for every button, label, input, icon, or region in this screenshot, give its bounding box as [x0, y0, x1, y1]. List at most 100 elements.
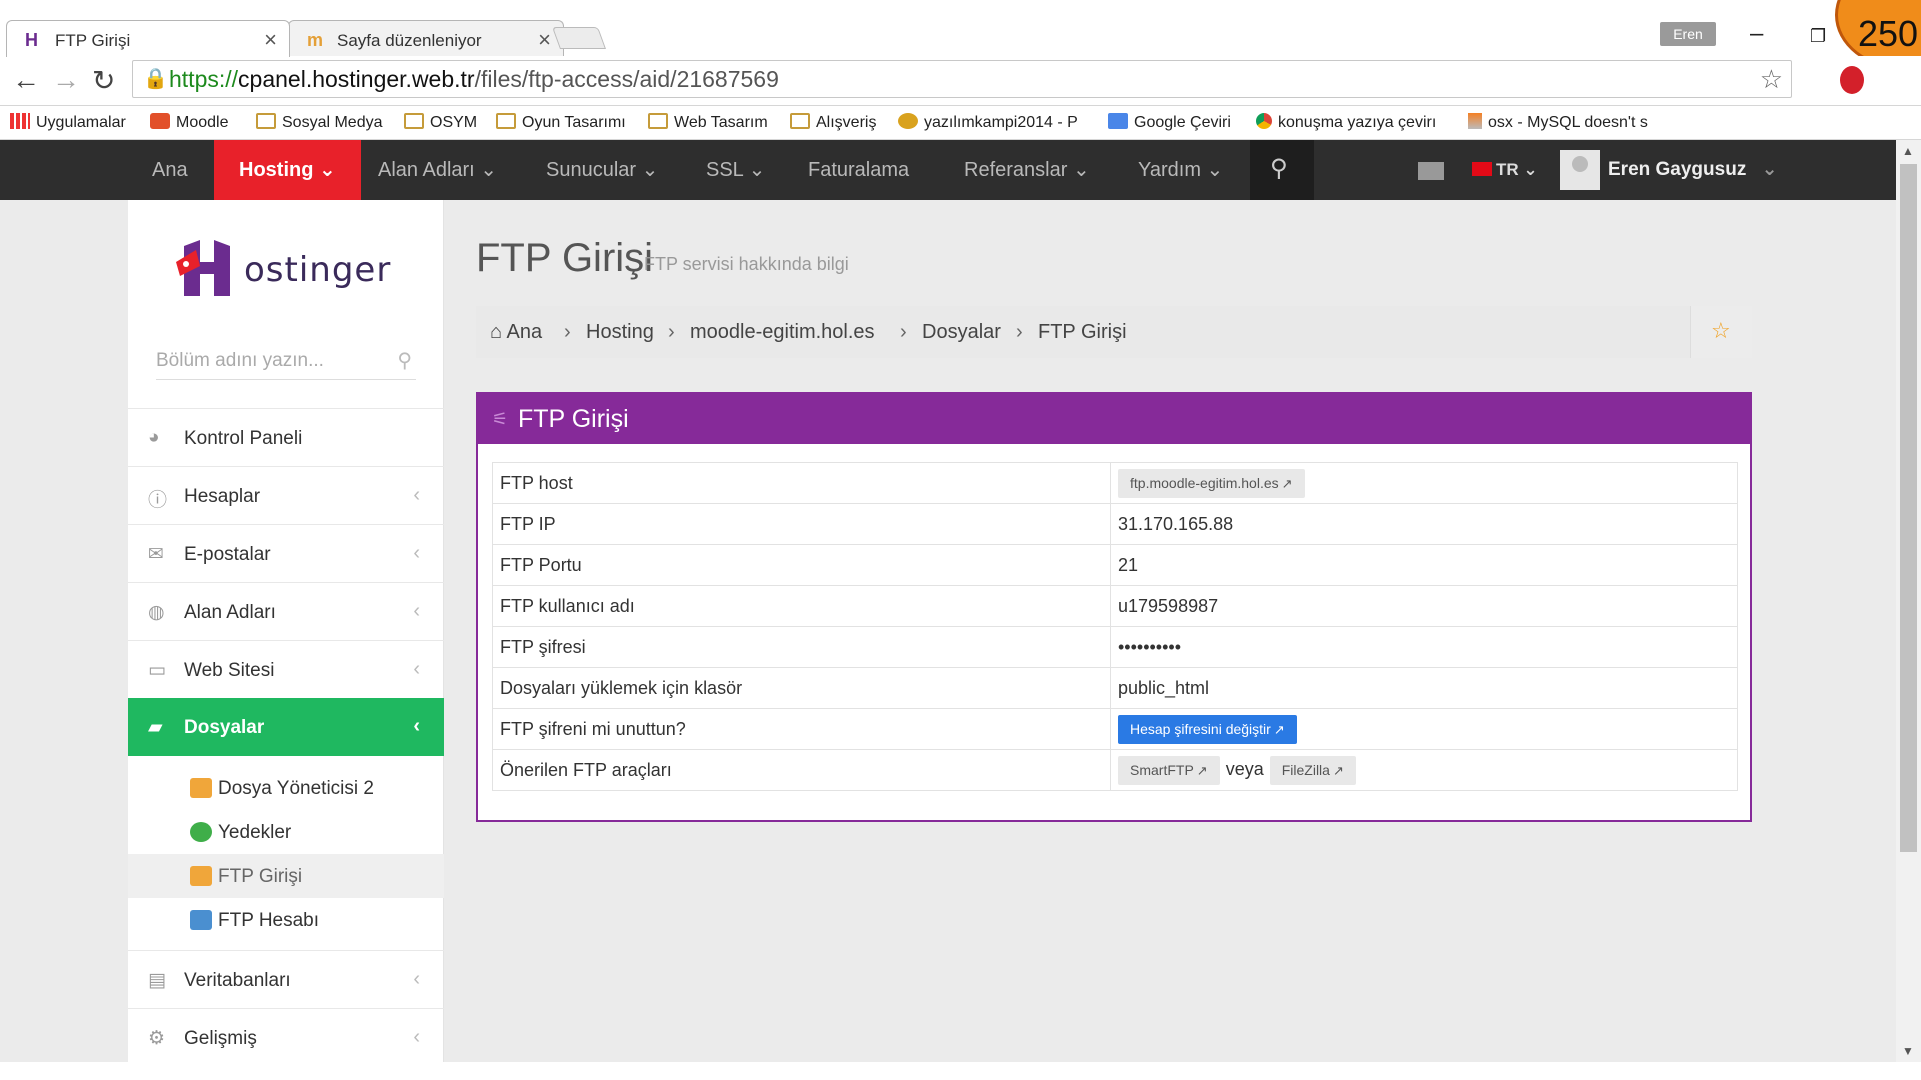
nav-yardim[interactable]: Yardım ⌄ — [1138, 140, 1223, 200]
ftp-account-icon — [190, 910, 212, 930]
sidebar-item-dosyalar[interactable]: ▰ Dosyalar ‹ — [128, 698, 444, 756]
monitor-icon: ▭ — [148, 660, 166, 681]
sidebar-item-alan-adlari[interactable]: ◍ Alan Adları ‹ — [128, 582, 444, 640]
logo-text: ostinger — [244, 250, 392, 290]
hostinger-logo[interactable]: ostinger — [174, 236, 404, 300]
bookmark-google-ceviri[interactable]: Google Çeviri — [1108, 113, 1231, 132]
table-row: FTP IP 31.170.165.88 — [492, 503, 1738, 545]
breadcrumb-dosyalar[interactable]: Dosyalar — [922, 321, 1001, 344]
cogs-icon: ⚙ — [148, 1028, 166, 1049]
breadcrumb-current: FTP Girişi — [1038, 321, 1127, 343]
chevron-down-icon: ⌄ — [1523, 160, 1538, 179]
bookmark-oyun-tasarimi[interactable]: Oyun Tasarımı — [496, 113, 626, 132]
close-icon[interactable]: × — [264, 27, 277, 53]
scroll-up-icon[interactable]: ▲ — [1902, 144, 1914, 158]
section-search-input[interactable]: Bölüm adını yazın... ⚲ — [156, 344, 416, 380]
bookmark-star-icon[interactable]: ☆ — [1760, 61, 1783, 97]
sidebar-subitem-ftp-hesabi[interactable]: FTP Hesabı — [128, 898, 444, 942]
sidebar-item-label: Veritabanları — [184, 970, 291, 991]
envelope-icon[interactable] — [1418, 162, 1444, 180]
bookmark-konusma[interactable]: konuşma yazıya çevirı — [1256, 113, 1436, 132]
hostinger-logo-mark — [176, 240, 230, 296]
bookmark-label: Alışveriş — [816, 114, 877, 131]
nav-label: Yardım — [1138, 159, 1201, 181]
nav-alan-adlari[interactable]: Alan Adları ⌄ — [378, 140, 497, 200]
new-tab-button[interactable] — [551, 27, 607, 49]
address-bar[interactable]: 🔒 https://cpanel.hostinger.web.tr/files/… — [132, 60, 1792, 98]
nav-referanslar[interactable]: Referanslar ⌄ — [964, 140, 1090, 200]
sidebar-item-label: Web Sitesi — [184, 660, 275, 681]
bookmark-osx-mysql[interactable]: osx - MySQL doesn't s — [1468, 113, 1648, 132]
nav-hosting[interactable]: Hosting ⌄ — [214, 140, 361, 209]
ftp-host-link[interactable]: ftp.moodle-egitim.hol.es ↗ — [1118, 468, 1305, 498]
scroll-down-icon[interactable]: ▼ — [1902, 1044, 1914, 1058]
sidebar-subitem-yedekler[interactable]: Yedekler — [128, 810, 444, 854]
database-icon: ▤ — [148, 970, 166, 991]
smartftp-button[interactable]: SmartFTP ↗ — [1118, 755, 1220, 785]
chevron-down-icon: ⌄ — [480, 159, 498, 181]
table-row: FTP Portu 21 — [492, 544, 1738, 586]
sidebar-item-veritabanlari[interactable]: ▤ Veritabanları ‹ — [128, 950, 444, 1008]
nav-ana[interactable]: Ana — [152, 140, 188, 200]
bookmarks-bar: Uygulamalar Moodle Sosyal Medya OSYM Oyu… — [0, 106, 1921, 140]
sidebar-subitem-label: Yedekler — [218, 822, 292, 843]
bookmark-moodle[interactable]: Moodle — [150, 113, 228, 132]
nav-faturalama[interactable]: Faturalama — [808, 140, 909, 200]
bookmark-sosyal-medya[interactable]: Sosyal Medya — [256, 113, 383, 132]
bookmark-label: Oyun Tasarımı — [522, 114, 626, 131]
bookmark-osym[interactable]: OSYM — [404, 113, 477, 132]
extension-icon[interactable] — [1840, 66, 1864, 94]
row-value: 21 — [1110, 544, 1738, 586]
lock-icon: 🔒 — [143, 68, 168, 90]
browser-toolbar: ← → ↻ 🔒 https://cpanel.hostinger.web.tr/… — [0, 56, 1921, 106]
sidebar-item-e-postalar[interactable]: ✉ E-postalar ‹ — [128, 524, 444, 582]
chevron-left-icon: ‹ — [413, 484, 420, 506]
breadcrumb-home[interactable]: ⌂ Ana — [490, 321, 542, 344]
language-selector[interactable]: TR ⌄ — [1472, 140, 1538, 200]
change-password-button[interactable]: Hesap şifresini değiştir ↗ — [1118, 714, 1297, 744]
nav-hosting-label: Hosting — [239, 159, 314, 181]
scrollbar[interactable]: ▲ ▼ — [1896, 140, 1921, 1062]
sidebar-subitem-label: FTP Girişi — [218, 866, 303, 887]
file-manager-icon — [190, 778, 212, 798]
breadcrumb-domain[interactable]: moodle-egitim.hol.es — [690, 321, 875, 344]
restore-icon[interactable]: ❐ — [1810, 26, 1826, 47]
nav-label: Alan Adları — [378, 159, 475, 181]
sidebar-item-hesaplar[interactable]: ⓘ Hesaplar ‹ — [128, 466, 444, 524]
bookmark-label: konuşma yazıya çevirı — [1278, 114, 1437, 131]
row-key: FTP IP — [492, 503, 1111, 545]
reload-icon[interactable]: ↻ — [92, 64, 115, 97]
profile-chip[interactable]: Eren — [1660, 22, 1716, 46]
chevron-left-icon: ‹ — [413, 1026, 420, 1048]
folder-icon — [256, 113, 276, 129]
folder-icon — [496, 113, 516, 129]
breadcrumb-separator: › — [668, 321, 675, 343]
url-scheme: https:// — [169, 66, 239, 92]
minimize-icon[interactable]: – — [1750, 20, 1763, 48]
bookmark-alisveris[interactable]: Alışveriş — [790, 113, 876, 132]
tab-title: FTP Girişi — [55, 31, 131, 50]
back-icon[interactable]: ← — [12, 64, 40, 96]
breadcrumb-hosting[interactable]: Hosting — [586, 321, 654, 344]
favorite-button[interactable]: ☆ — [1690, 306, 1752, 358]
nav-ssl[interactable]: SSL ⌄ — [706, 140, 765, 200]
nav-sunucular[interactable]: Sunucular ⌄ — [546, 140, 658, 200]
url-host: cpanel.hostinger.web.tr — [238, 66, 475, 92]
row-value: Hesap şifresini değiştir ↗ — [1110, 708, 1738, 750]
close-icon[interactable]: × — [538, 27, 551, 53]
sidebar-subitem-dosya-yoneticisi[interactable]: Dosya Yöneticisi 2 — [128, 766, 444, 810]
forward-icon[interactable]: → — [52, 64, 80, 96]
sidebar-item-gelismis[interactable]: ⚙ Gelişmiş ‹ — [128, 1008, 444, 1066]
scrollbar-thumb[interactable] — [1900, 164, 1917, 852]
tab-ftp-girisi[interactable]: H FTP Girişi × — [6, 20, 290, 57]
nav-search-button[interactable]: ⚲ — [1250, 140, 1314, 200]
bookmark-web-tasarim[interactable]: Web Tasarım — [648, 113, 768, 132]
tab-sayfa-duzenleniyor[interactable]: m Sayfa düzenleniyor × — [288, 20, 564, 56]
sidebar-item-web-sitesi[interactable]: ▭ Web Sitesi ‹ — [128, 640, 444, 698]
bookmark-yazilimkampi[interactable]: yazılımkampi2014 - P — [898, 113, 1078, 132]
filezilla-button[interactable]: FileZilla ↗ — [1269, 755, 1356, 785]
sidebar-subitem-ftp-girisi[interactable]: FTP Girişi — [128, 854, 444, 898]
ftp-info-panel: ⚟ FTP Girişi FTP host ftp.moodle-egitim.… — [476, 392, 1752, 822]
bookmark-apps[interactable]: Uygulamalar — [10, 113, 126, 132]
sidebar-item-kontrol-paneli[interactable]: ◕ Kontrol Paneli — [128, 408, 444, 466]
